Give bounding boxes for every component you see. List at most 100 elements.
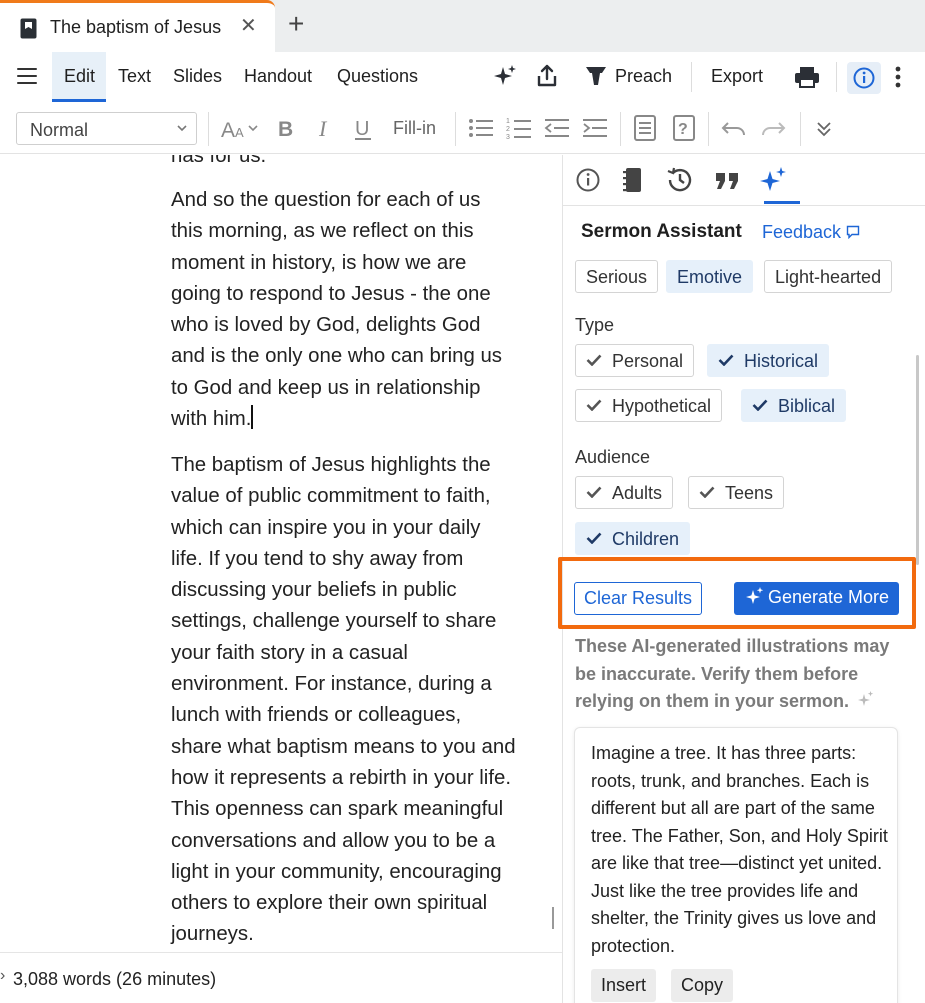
svg-text:?: ? — [678, 121, 688, 138]
feedback-bubble-icon — [846, 225, 860, 240]
paragraph-style-select[interactable]: Normal — [16, 112, 197, 145]
toolbar-divider-2 — [455, 112, 456, 146]
type-chip-biblical[interactable]: Biblical — [741, 389, 847, 422]
info-icon — [853, 67, 875, 89]
sparkle-icon — [746, 587, 764, 604]
type-chip-historical[interactable]: Historical — [707, 344, 830, 377]
toolbar-divider-4 — [708, 112, 709, 146]
info-toggle-button[interactable] — [847, 62, 881, 94]
document-tab[interactable]: The baptism of Jesus ✕ — [0, 0, 275, 52]
type-label: Type — [575, 315, 615, 335]
document-icon — [20, 18, 37, 39]
check-icon — [586, 354, 602, 367]
share-icon[interactable] — [536, 64, 558, 88]
svg-text:A: A — [221, 119, 235, 140]
clear-results-button[interactable]: Clear Results — [574, 582, 702, 615]
type-chip-hypothetical[interactable]: Hypothetical — [575, 389, 723, 422]
menu-handout[interactable]: Handout — [244, 66, 312, 87]
panel-tab-info-icon[interactable] — [571, 163, 605, 197]
status-footer: › 3,088 words (26 minutes) — [0, 952, 562, 1003]
text-cursor — [251, 405, 254, 430]
numbered-list-icon[interactable]: 1 2 3 — [506, 116, 532, 140]
undo-icon[interactable] — [721, 119, 747, 137]
export-button[interactable]: Export — [711, 66, 763, 87]
paragraph-style-value: Normal — [30, 120, 89, 140]
panel-title: Sermon Assistant — [581, 221, 742, 242]
sparkle-icon[interactable] — [493, 64, 517, 88]
tone-chip-serious[interactable]: Serious — [575, 260, 659, 293]
editor-area[interactable]: has for us. And so the question for each… — [0, 155, 562, 950]
pulpit-icon — [586, 67, 606, 85]
svg-text:3: 3 — [506, 134, 510, 140]
preach-button[interactable]: Preach — [615, 66, 672, 87]
check-icon — [752, 399, 768, 412]
svg-text:B: B — [278, 118, 293, 139]
italic-icon[interactable]: I — [316, 117, 336, 139]
edit-tab-indicator — [52, 99, 106, 102]
svg-text:I: I — [318, 117, 328, 139]
tab-strip: The baptism of Jesus ✕ + — [0, 0, 925, 52]
check-icon — [586, 486, 602, 499]
tone-chip-emotive[interactable]: Emotive — [666, 260, 754, 293]
feedback-link[interactable]: Feedback — [762, 222, 860, 243]
editor-paragraph[interactable]: And so the question for each of us this … — [171, 185, 516, 435]
bold-icon[interactable]: B — [277, 117, 297, 139]
redo-icon[interactable] — [760, 119, 786, 137]
svg-text:U: U — [355, 118, 369, 140]
outdent-icon[interactable] — [544, 117, 570, 139]
check-icon — [586, 532, 602, 545]
fill-in-button[interactable]: Fill-in — [393, 118, 436, 139]
tone-chip-light-hearted[interactable]: Light-hearted — [764, 260, 893, 293]
menu-questions[interactable]: Questions — [337, 66, 418, 87]
tab-title: The baptism of Jesus — [50, 17, 222, 37]
menu-edit[interactable]: Edit — [64, 66, 95, 87]
type-chip-personal[interactable]: Personal — [575, 344, 695, 377]
insert-button[interactable]: Insert — [591, 969, 657, 1002]
hamburger-menu-icon[interactable] — [17, 68, 37, 84]
audience-chip-children[interactable]: Children — [575, 522, 691, 555]
print-icon[interactable] — [794, 66, 820, 88]
active-panel-tab-indicator — [764, 201, 800, 204]
question-icon[interactable]: ? — [673, 115, 695, 141]
toolbar-divider-3 — [620, 112, 621, 146]
panel-tab-notebook-icon[interactable] — [616, 163, 650, 197]
chevron-right-icon[interactable]: › — [0, 967, 5, 985]
toolbar-divider — [208, 112, 209, 146]
panel-tab-quote-icon[interactable] — [710, 163, 744, 197]
generate-more-button[interactable]: Generate More — [734, 582, 899, 615]
menu-text[interactable]: Text — [118, 66, 151, 87]
menu-divider-2 — [836, 62, 837, 92]
editor-partial-line: has for us. — [171, 155, 267, 167]
underline-icon[interactable]: U — [354, 117, 374, 141]
panel-tab-history-icon[interactable] — [663, 163, 697, 197]
panel-tab-ai-icon[interactable] — [757, 163, 791, 197]
audience-chip-adults[interactable]: Adults — [575, 476, 674, 509]
slide-note-icon[interactable] — [634, 115, 656, 141]
editor-paragraph[interactable]: The baptism of Jesus highlights the valu… — [171, 450, 516, 950]
menu-divider — [691, 62, 692, 92]
double-chevron-down-icon[interactable] — [816, 121, 832, 137]
panel-scrollbar[interactable] — [916, 355, 919, 565]
editor-scrollbar[interactable] — [552, 907, 554, 929]
illustration-text: Imagine a tree. It has three parts: root… — [591, 743, 888, 956]
svg-text:A: A — [235, 125, 244, 140]
close-tab-icon[interactable]: ✕ — [240, 16, 257, 36]
bullet-list-icon[interactable] — [468, 117, 494, 139]
check-icon — [718, 354, 734, 367]
word-count: 3,088 words (26 minutes) — [13, 969, 217, 989]
menu-slides[interactable]: Slides — [173, 66, 222, 87]
new-tab-button[interactable]: + — [288, 10, 304, 38]
toolbar-divider-5 — [800, 112, 801, 146]
panel-separator — [563, 205, 925, 206]
copy-button[interactable]: Copy — [671, 969, 734, 1002]
indent-icon[interactable] — [582, 117, 608, 139]
svg-text:1: 1 — [506, 118, 510, 125]
audience-chip-teens[interactable]: Teens — [688, 476, 785, 509]
chevron-down-icon — [177, 125, 187, 132]
sparkle-icon — [858, 691, 874, 706]
font-size-icon[interactable]: A A — [221, 118, 261, 140]
audience-label: Audience — [575, 447, 651, 467]
svg-text:2: 2 — [506, 126, 510, 133]
ai-disclaimer: These AI-generated illustrations may be … — [575, 636, 890, 711]
more-options-icon[interactable] — [895, 66, 901, 88]
